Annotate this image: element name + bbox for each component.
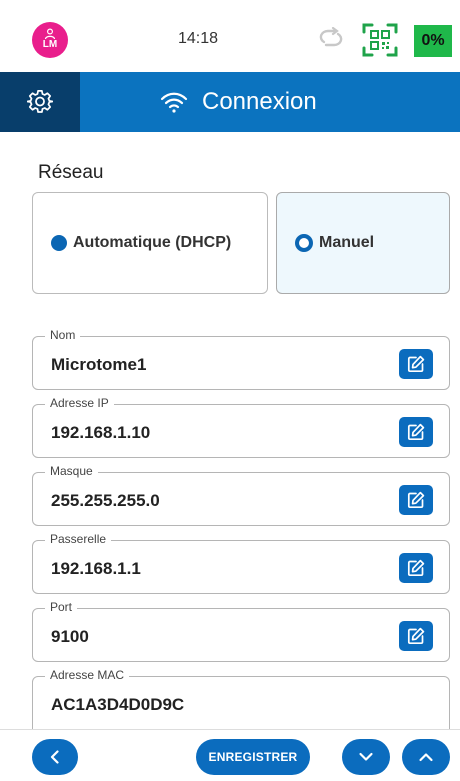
back-chevron-icon — [50, 750, 59, 764]
field-name[interactable]: Nom Microtome1 — [32, 328, 450, 390]
field-value: 192.168.1.10 — [51, 423, 151, 442]
header-bar: Connexion — [0, 72, 460, 132]
edit-ip-button[interactable] — [399, 417, 433, 447]
avatar-initials: LM — [42, 39, 58, 50]
field-value: AC1A3D4D0D9C — [51, 695, 185, 714]
field-value: Microtome1 — [51, 355, 147, 374]
settings-button[interactable] — [0, 72, 80, 132]
user-avatar[interactable]: LM — [32, 22, 68, 58]
field-ip-address[interactable]: Adresse IP 192.168.1.10 — [32, 396, 450, 458]
clock: 14:18 — [178, 30, 219, 47]
field-label: Adresse IP — [45, 396, 114, 410]
settings-gear-icon — [27, 90, 53, 113]
field-label: Nom — [45, 328, 81, 342]
battery-indicator: 0% — [414, 25, 452, 57]
field-value: 9100 — [51, 627, 89, 646]
field-label: Port — [45, 600, 78, 614]
edit-icon — [407, 627, 425, 645]
field-mac-address: Adresse MAC AC1A3D4D0D9C — [32, 668, 450, 736]
page-title: Connexion — [202, 88, 317, 115]
edit-icon — [407, 423, 425, 441]
mode-option-dhcp[interactable]: Automatique (DHCP) — [32, 192, 268, 294]
edit-name-button[interactable] — [399, 349, 433, 379]
qr-code-icon[interactable] — [362, 22, 398, 58]
network-section-label: Réseau — [38, 162, 104, 183]
edit-icon — [407, 559, 425, 577]
radio-dhcp[interactable] — [51, 235, 67, 251]
mode-label-manual: Manuel — [319, 234, 375, 251]
field-label: Passerelle — [45, 532, 112, 546]
edit-port-button[interactable] — [399, 621, 433, 651]
wifi-icon — [160, 92, 188, 113]
edit-mask-button[interactable] — [399, 485, 433, 515]
field-mask[interactable]: Masque 255.255.255.0 — [32, 464, 450, 526]
mode-label-dhcp: Automatique (DHCP) — [73, 234, 232, 251]
back-button[interactable] — [32, 739, 78, 775]
bottom-navigation-bar: ENREGISTRER — [0, 729, 460, 781]
edit-gateway-button[interactable] — [399, 553, 433, 583]
field-gateway[interactable]: Passerelle 192.168.1.1 — [32, 532, 450, 594]
edit-icon — [407, 355, 425, 373]
save-button[interactable]: ENREGISTRER — [196, 739, 310, 775]
radio-manual[interactable] — [295, 234, 313, 252]
field-label: Masque — [45, 464, 98, 478]
status-bar: LM 14:18 0% — [0, 0, 460, 72]
mode-option-manual[interactable]: Manuel — [276, 192, 450, 294]
sync-icon — [319, 27, 343, 47]
field-value: 255.255.255.0 — [51, 491, 160, 510]
field-value: 192.168.1.1 — [51, 559, 141, 578]
edit-icon — [407, 491, 425, 509]
scroll-down-button[interactable] — [342, 739, 390, 775]
chevron-up-icon — [419, 753, 433, 762]
scroll-up-button[interactable] — [402, 739, 450, 775]
chevron-down-icon — [359, 752, 373, 761]
field-label: Adresse MAC — [45, 668, 130, 682]
field-port[interactable]: Port 9100 — [32, 600, 450, 662]
